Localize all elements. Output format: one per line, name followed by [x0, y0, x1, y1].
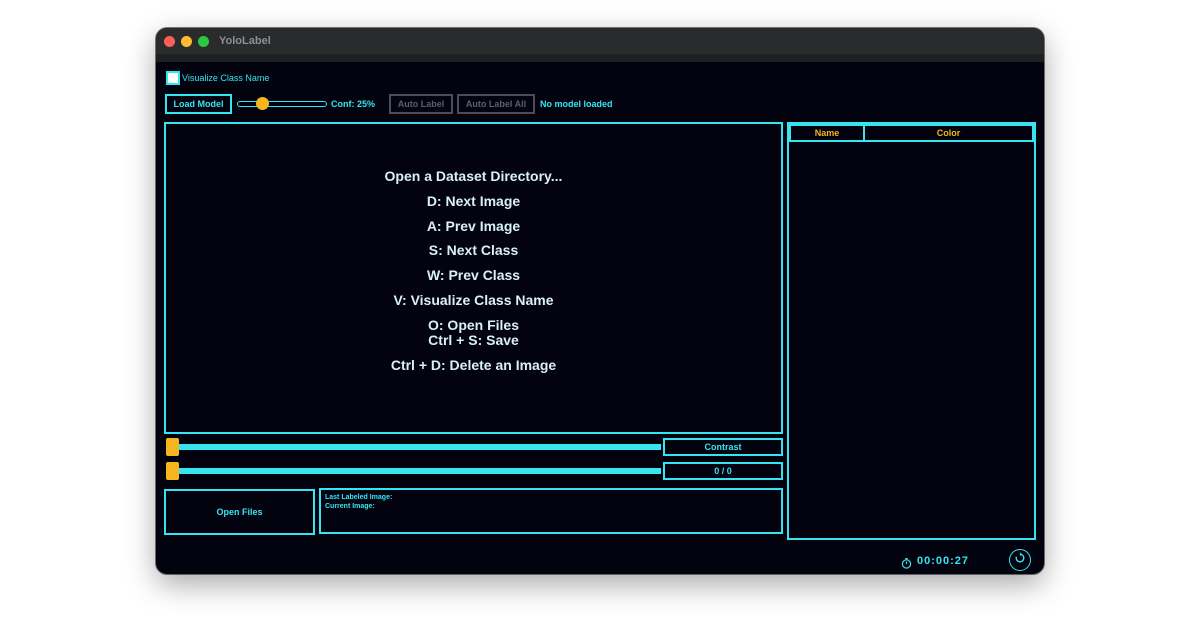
close-window-button[interactable]	[164, 36, 175, 47]
open-files-button[interactable]: Open Files	[164, 489, 315, 535]
visualize-class-name-checkbox[interactable]	[166, 71, 180, 85]
help-visualize-class-name: V: Visualize Class Name	[393, 292, 554, 308]
help-open-files: O: Open Files	[427, 317, 519, 333]
auto-label-all-button[interactable]: Auto Label All	[457, 94, 535, 114]
image-canvas[interactable]: Open a Dataset Directory... D: Next Imag…	[164, 122, 783, 434]
name-column-header[interactable]: Name	[789, 124, 865, 142]
visualize-class-name-label: Visualize Class Name	[182, 73, 270, 83]
help-open-dataset: Open a Dataset Directory...	[384, 168, 563, 184]
menu-strip	[156, 54, 1044, 62]
last-labeled-image-label: Last Labeled Image:	[325, 494, 393, 501]
help-next-image: D: Next Image	[426, 193, 521, 209]
image-counter: 0 / 0	[663, 462, 783, 480]
app-window: YoloLabel Visualize Class Name Load Mode…	[156, 28, 1044, 574]
image-progress-track[interactable]	[166, 468, 661, 474]
contrast-label: Contrast	[663, 438, 783, 456]
title-bar: YoloLabel	[156, 28, 1044, 54]
help-prev-class: W: Prev Class	[426, 267, 521, 283]
help-prev-image: A: Prev Image	[426, 218, 521, 234]
class-table[interactable]: Name Color	[787, 122, 1036, 540]
elapsed-timer: 00:00:27	[917, 555, 970, 567]
help-next-class: S: Next Class	[428, 242, 519, 258]
confidence-slider-track[interactable]	[237, 101, 327, 107]
contrast-slider-track[interactable]	[166, 444, 661, 450]
window-title: YoloLabel	[219, 35, 271, 47]
contrast-slider-thumb[interactable]	[166, 438, 179, 456]
minimize-window-button[interactable]	[181, 36, 192, 47]
reset-timer-button[interactable]	[1009, 549, 1031, 571]
image-info-panel: Last Labeled Image: Current Image:	[319, 488, 783, 534]
auto-label-button[interactable]: Auto Label	[389, 94, 453, 114]
help-delete-image: Ctrl + D: Delete an Image	[390, 357, 557, 373]
timer-icon	[901, 556, 912, 574]
confidence-label: Conf: 25%	[331, 99, 376, 109]
color-column-header[interactable]: Color	[863, 124, 1034, 142]
confidence-slider-thumb[interactable]	[256, 97, 269, 110]
zoom-window-button[interactable]	[198, 36, 209, 47]
image-progress-thumb[interactable]	[166, 462, 179, 480]
reset-icon	[1014, 551, 1026, 569]
help-save: Ctrl + S: Save	[428, 332, 519, 348]
model-status-text: No model loaded	[540, 99, 613, 109]
current-image-label: Current Image:	[325, 503, 375, 510]
load-model-button[interactable]: Load Model	[165, 94, 232, 114]
